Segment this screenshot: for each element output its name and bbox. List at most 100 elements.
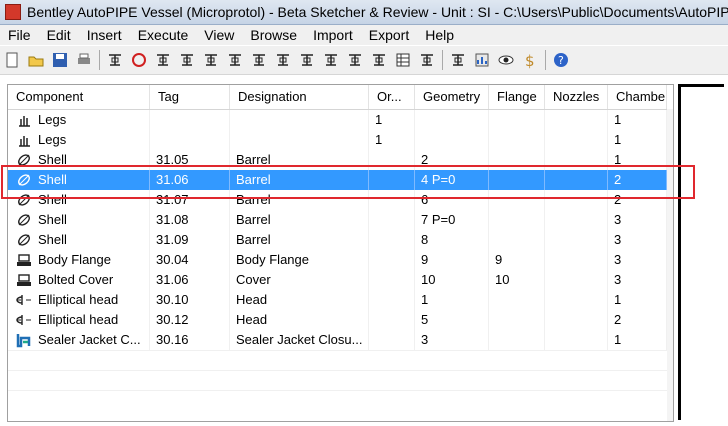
column-header-component[interactable]: Component bbox=[8, 85, 150, 109]
cell-orientation bbox=[369, 210, 415, 230]
column-header-tag[interactable]: Tag bbox=[150, 85, 230, 109]
table-row[interactable]: Shell 31.09 Barrel 8 3 bbox=[8, 230, 667, 250]
table-row[interactable]: Shell 31.06 Barrel 4 P=0 2 bbox=[8, 170, 667, 190]
cell-geometry bbox=[415, 130, 489, 150]
cell-geometry: 8 bbox=[415, 230, 489, 250]
cell-geometry: 9 bbox=[415, 250, 489, 270]
cell-chamber: 2 bbox=[608, 170, 667, 190]
flange-icon[interactable] bbox=[225, 50, 245, 70]
support-icon[interactable] bbox=[201, 50, 221, 70]
cell-tag bbox=[150, 110, 230, 130]
cell-nozzles bbox=[545, 170, 608, 190]
clip-icon[interactable] bbox=[369, 50, 389, 70]
cell-chamber: 1 bbox=[608, 150, 667, 170]
vertical-scrollbar[interactable] bbox=[667, 109, 673, 421]
table-row[interactable]: Shell 31.07 Barrel 6 2 bbox=[8, 190, 667, 210]
chart-icon[interactable] bbox=[472, 50, 492, 70]
nozzle-icon[interactable] bbox=[177, 50, 197, 70]
cell-orientation bbox=[369, 250, 415, 270]
menu-edit[interactable]: Edit bbox=[39, 25, 79, 45]
open-icon[interactable] bbox=[26, 50, 46, 70]
rotate-icon[interactable] bbox=[129, 50, 149, 70]
help-icon[interactable]: ? bbox=[551, 50, 571, 70]
menu-file[interactable]: File bbox=[0, 25, 39, 45]
menu-help[interactable]: Help bbox=[417, 25, 462, 45]
shell-icon bbox=[16, 172, 32, 188]
column-header-geometry[interactable]: Geometry bbox=[415, 85, 489, 109]
cell-nozzles bbox=[545, 230, 608, 250]
print-icon[interactable] bbox=[74, 50, 94, 70]
save-icon[interactable] bbox=[50, 50, 70, 70]
cell-geometry bbox=[415, 110, 489, 130]
cell-tag: 31.07 bbox=[150, 190, 230, 210]
table-row[interactable]: Bolted Cover 31.06 Cover 10 10 3 bbox=[8, 270, 667, 290]
toolbar: $? bbox=[0, 46, 728, 75]
cell-flange bbox=[489, 230, 545, 250]
cell-designation: Cover bbox=[230, 270, 369, 290]
menu-insert[interactable]: Insert bbox=[79, 25, 130, 45]
table-row[interactable]: Sealer Jacket C... 30.16 Sealer Jacket Clo… bbox=[8, 330, 667, 350]
cell-tag: 31.09 bbox=[150, 230, 230, 250]
tray-icon[interactable] bbox=[417, 50, 437, 70]
column-header-chamber[interactable]: Chambe bbox=[608, 85, 667, 109]
cell-geometry: 3 bbox=[415, 330, 489, 350]
cell-flange bbox=[489, 150, 545, 170]
box-icon[interactable] bbox=[153, 50, 173, 70]
table-row[interactable]: Shell 31.08 Barrel 7 P=0 3 bbox=[8, 210, 667, 230]
cell-flange bbox=[489, 170, 545, 190]
empty-row bbox=[8, 390, 667, 411]
menu-import[interactable]: Import bbox=[305, 25, 361, 45]
cell-nozzles bbox=[545, 290, 608, 310]
cell-tag bbox=[150, 130, 230, 150]
cell-tag: 31.06 bbox=[150, 170, 230, 190]
column-header-orientation[interactable]: Or... bbox=[369, 85, 415, 109]
cell-chamber: 1 bbox=[608, 290, 667, 310]
table-row[interactable]: Shell 31.05 Barrel 2 1 bbox=[8, 150, 667, 170]
cell-flange bbox=[489, 210, 545, 230]
app-logo-icon bbox=[5, 4, 21, 20]
cell-chamber: 1 bbox=[608, 330, 667, 350]
cell-chamber: 3 bbox=[608, 270, 667, 290]
column-header-designation[interactable]: Designation bbox=[230, 85, 369, 109]
cell-nozzles bbox=[545, 210, 608, 230]
ladder-icon[interactable] bbox=[273, 50, 293, 70]
menu-execute[interactable]: Execute bbox=[130, 25, 197, 45]
cell-chamber: 1 bbox=[608, 130, 667, 150]
cell-nozzles bbox=[545, 130, 608, 150]
toolbar-separator bbox=[545, 50, 546, 70]
cell-orientation bbox=[369, 230, 415, 250]
cell-geometry: 1 bbox=[415, 290, 489, 310]
lug-icon[interactable] bbox=[345, 50, 365, 70]
column-header-flange[interactable]: Flange bbox=[489, 85, 545, 109]
dollar-icon[interactable]: $ bbox=[520, 50, 540, 70]
cell-designation: Body Flange bbox=[230, 250, 369, 270]
cell-tag: 30.16 bbox=[150, 330, 230, 350]
cell-designation: Head bbox=[230, 290, 369, 310]
cell-flange bbox=[489, 130, 545, 150]
column-header-nozzles[interactable]: Nozzles bbox=[545, 85, 608, 109]
cell-chamber: 3 bbox=[608, 230, 667, 250]
vessel-icon[interactable] bbox=[105, 50, 125, 70]
cell-geometry: 10 bbox=[415, 270, 489, 290]
table-row[interactable]: Legs 1 1 bbox=[8, 110, 667, 130]
table-row[interactable]: Body Flange 30.04 Body Flange 9 9 3 bbox=[8, 250, 667, 270]
table-row[interactable]: Elliptical head 30.10 Head 1 1 bbox=[8, 290, 667, 310]
saddle-icon[interactable] bbox=[321, 50, 341, 70]
cell-orientation: 1 bbox=[369, 130, 415, 150]
cell-designation: Barrel bbox=[230, 230, 369, 250]
menu-bar: File Edit Insert Execute View Browse Import Exp… bbox=[0, 25, 728, 45]
new-icon[interactable] bbox=[2, 50, 22, 70]
eye-icon[interactable] bbox=[496, 50, 516, 70]
bracket-icon[interactable] bbox=[297, 50, 317, 70]
menu-export[interactable]: Export bbox=[361, 25, 417, 45]
table-row[interactable]: Elliptical head 30.12 Head 5 2 bbox=[8, 310, 667, 330]
sealer-jacket-icon bbox=[16, 332, 32, 348]
menu-view[interactable]: View bbox=[196, 25, 242, 45]
sketch-pane[interactable] bbox=[678, 84, 724, 420]
valve-icon[interactable] bbox=[249, 50, 269, 70]
list-icon[interactable] bbox=[448, 50, 468, 70]
table-row[interactable]: Legs 1 1 bbox=[8, 130, 667, 150]
cell-flange bbox=[489, 330, 545, 350]
table-icon[interactable] bbox=[393, 50, 413, 70]
menu-browse[interactable]: Browse bbox=[242, 25, 305, 45]
